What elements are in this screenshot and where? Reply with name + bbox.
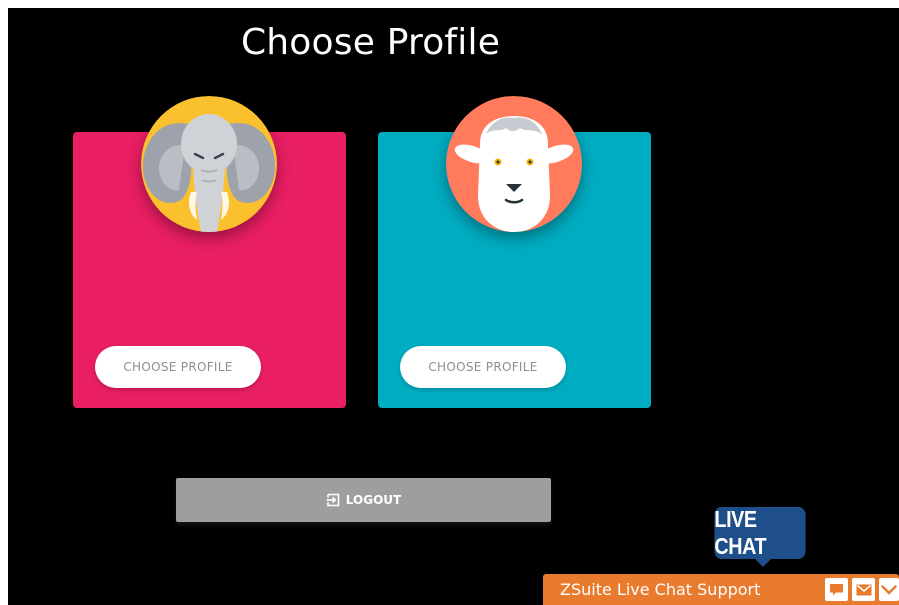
page-title: Choose Profile [240,22,501,63]
profile-card-sheep: CHOOSE PROFILE [378,96,651,408]
live-chat-bar[interactable]: ZSuite Live Chat Support [543,574,899,605]
choose-profile-button-sheep[interactable]: CHOOSE PROFILE [400,346,566,388]
live-chat-badge-tail [753,557,773,567]
logout-button[interactable]: LOGOUT [176,478,551,522]
chevron-down-icon[interactable] [879,578,899,601]
live-chat-badge[interactable]: LIVE CHAT [714,506,806,559]
mail-icon[interactable] [852,578,875,601]
elephant-icon [141,96,277,232]
sheep-icon [446,96,582,232]
profile-card-elephant: CHOOSE PROFILE [73,96,346,408]
app-stage: Choose Profile CHOOSE PROFILE CHOOSE PRO… [8,8,899,605]
logout-icon [326,493,340,507]
choose-profile-button-elephant[interactable]: CHOOSE PROFILE [95,346,261,388]
live-chat-bar-title: ZSuite Live Chat Support [560,580,761,599]
chat-bubble-icon[interactable] [825,578,848,601]
logout-label: LOGOUT [345,493,402,507]
